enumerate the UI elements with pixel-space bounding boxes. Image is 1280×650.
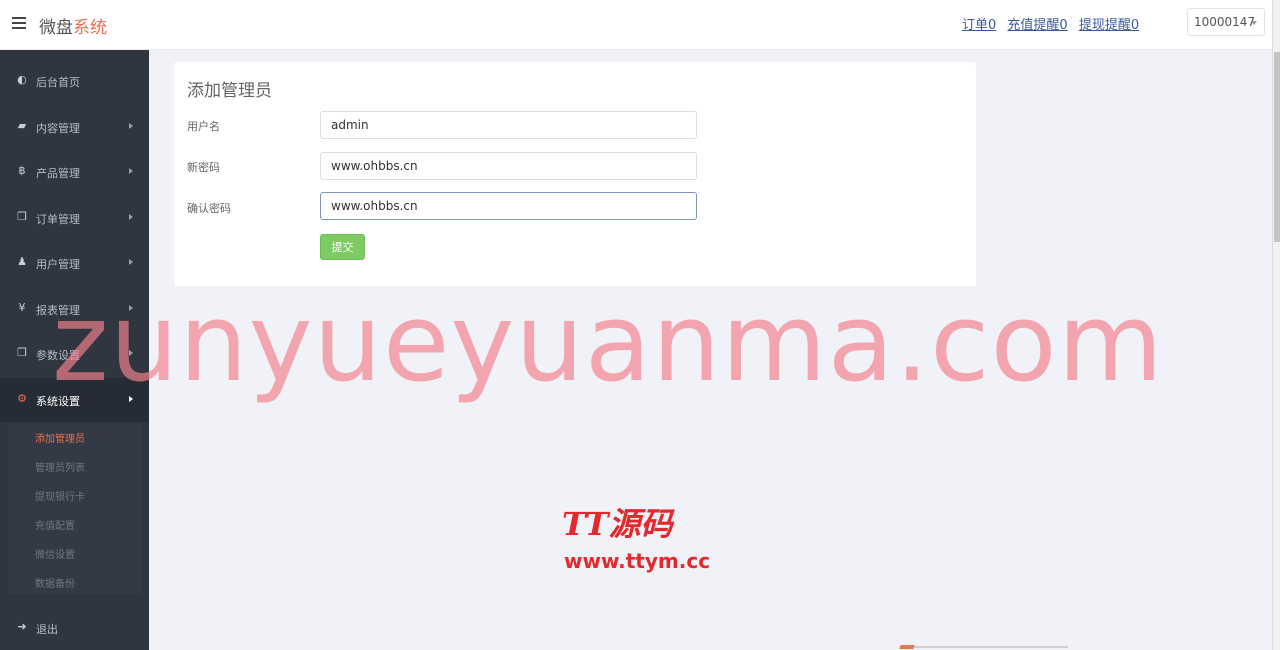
submenu-recharge-config[interactable]: 充值配置 [35, 517, 75, 532]
bottom-accent-mark [899, 645, 915, 649]
sidebar-item-label: 报表管理 [36, 304, 80, 317]
watermark-text: zunyueyuanma.com [52, 281, 1164, 406]
copy-icon: ❐ [17, 210, 27, 223]
sidebar-item-label: 用户管理 [36, 258, 80, 271]
app-brand: 微盘系统 [39, 13, 107, 38]
sidebar-item-home[interactable]: ◐ 后台首页 [0, 59, 149, 103]
yen-icon: ¥ [18, 301, 26, 314]
chevron-right-icon [129, 350, 133, 356]
vertical-scrollbar[interactable] [1272, 0, 1280, 650]
sidebar-item-logout[interactable]: ➜ 退出 [0, 606, 149, 650]
submenu-admin-list[interactable]: 管理员列表 [35, 459, 85, 474]
sidebar-item-users[interactable]: ♟ 用户管理 [0, 241, 149, 285]
sidebar-item-products[interactable]: ฿ 产品管理 [0, 150, 149, 194]
recharge-reminder-link[interactable]: 充值提醒0 [1007, 18, 1067, 33]
copy-icon: ❐ [17, 346, 27, 359]
orders-link[interactable]: 订单0 [962, 18, 996, 33]
submenu-add-admin[interactable]: 添加管理员 [35, 430, 85, 445]
confirm-password-input[interactable] [320, 192, 697, 220]
brand-name-part2: 系统 [73, 18, 107, 38]
tt-logo-watermark: TT源码 [562, 505, 673, 543]
brand-name-part1: 微盘 [39, 18, 73, 38]
sidebar-item-label: 订单管理 [36, 213, 80, 226]
chevron-right-icon [129, 305, 133, 311]
user-dropdown[interactable]: 10000147 [1187, 8, 1265, 36]
new-password-label: 新密码 [187, 161, 220, 174]
tt-url-watermark: www.ttym.cc [564, 549, 711, 573]
sidebar-item-params[interactable]: ❐ 参数设置 [0, 332, 149, 376]
caret-down-icon [1251, 21, 1257, 25]
chevron-right-icon [129, 259, 133, 265]
chevron-right-icon [129, 396, 133, 402]
bottom-divider [908, 646, 1068, 648]
sidebar-item-orders[interactable]: ❐ 订单管理 [0, 196, 149, 240]
sidebar-item-label: 产品管理 [36, 167, 80, 180]
header-links: 订单0 充值提醒0 提现提醒0 [962, 14, 1146, 33]
confirm-password-label: 确认密码 [187, 202, 231, 215]
submenu-data-backup[interactable]: 数据备份 [35, 575, 75, 590]
chevron-right-icon [129, 214, 133, 220]
sidebar-item-content[interactable]: ▰ 内容管理 [0, 105, 149, 149]
new-password-input[interactable] [320, 152, 697, 180]
scrollbar-thumb[interactable] [1274, 52, 1280, 242]
sidebar: ◐ 后台首页 ▰ 内容管理 ฿ 产品管理 ❐ 订单管理 ♟ 用户管理 ¥ 报表管… [0, 50, 149, 650]
bitcoin-icon: ฿ [18, 164, 26, 177]
username-input[interactable] [320, 111, 697, 139]
submenu-withdraw-bank[interactable]: 提现银行卡 [35, 488, 85, 503]
user-id: 10000147 [1194, 15, 1256, 29]
sidebar-item-label: 参数设置 [36, 349, 80, 362]
add-admin-card: 添加管理员 用户名 新密码 确认密码 提交 [174, 62, 976, 286]
book-icon: ▰ [17, 119, 27, 132]
signout-icon: ➜ [17, 620, 27, 633]
submit-button[interactable]: 提交 [320, 234, 365, 260]
page-title: 添加管理员 [187, 81, 272, 101]
username-label: 用户名 [187, 120, 220, 133]
user-icon: ♟ [17, 255, 27, 268]
menu-toggle-icon[interactable] [12, 17, 26, 31]
system-submenu [8, 424, 141, 594]
dashboard-icon: ◐ [17, 73, 27, 86]
top-header: 微盘系统 订单0 充值提醒0 提现提醒0 10000147 [0, 0, 1272, 50]
chevron-right-icon [129, 123, 133, 129]
sidebar-item-label: 内容管理 [36, 122, 80, 135]
submenu-wechat-settings[interactable]: 微信设置 [35, 546, 75, 561]
cogs-icon: ⚙ [17, 392, 27, 405]
sidebar-item-label: 退出 [36, 623, 58, 636]
chevron-right-icon [129, 168, 133, 174]
sidebar-item-reports[interactable]: ¥ 报表管理 [0, 287, 149, 331]
sidebar-item-label: 后台首页 [36, 76, 80, 89]
sidebar-item-label: 系统设置 [36, 395, 80, 408]
withdraw-reminder-link[interactable]: 提现提醒0 [1079, 18, 1139, 33]
sidebar-item-system[interactable]: ⚙ 系统设置 [0, 378, 149, 422]
